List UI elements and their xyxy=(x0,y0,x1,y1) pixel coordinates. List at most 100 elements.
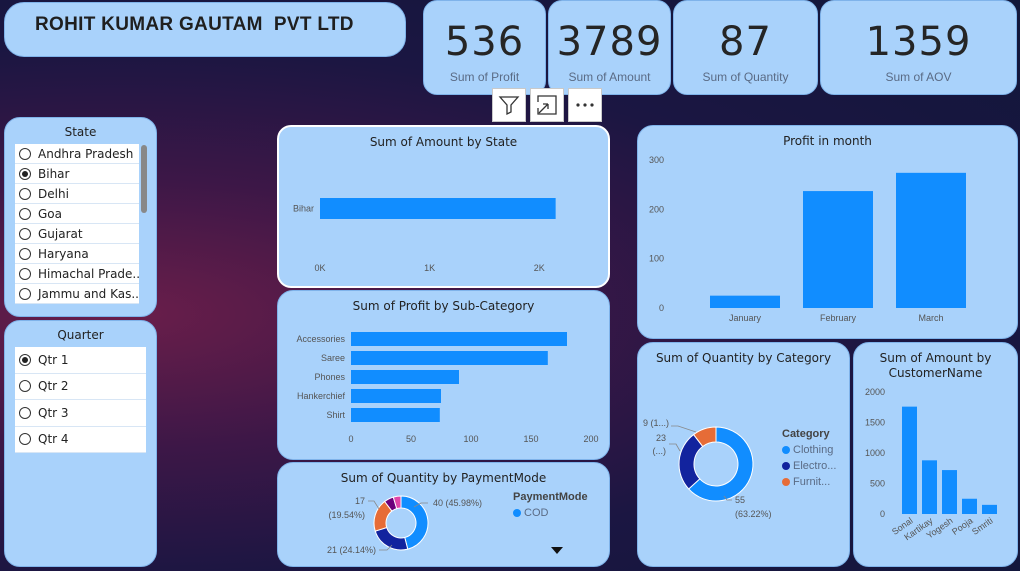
state-list: Andhra Pradesh Bihar Delhi Goa Gujarat Haryan… xyxy=(15,144,139,304)
slicer-option[interactable]: Bihar xyxy=(15,164,139,184)
radio-icon[interactable] xyxy=(19,247,31,260)
tick-label: 2K xyxy=(534,263,545,273)
amount-by-customer-card[interactable]: Sum of Amount by CustomerName 0 500 1000 15… xyxy=(853,342,1018,567)
kpi-card-amount[interactable]: 3789 Sum of Amount xyxy=(548,0,671,95)
radio-icon[interactable] xyxy=(19,353,31,366)
slicer-option-label: Qtr 3 xyxy=(38,405,69,420)
profit-in-month-chart: 0 100 200 300 January February March xyxy=(649,155,966,323)
quantity-by-paymentmode-card[interactable]: Sum of Quantity by PaymentMode 40 (45.98… xyxy=(277,462,610,567)
legend-marker xyxy=(513,509,521,517)
slicer-option[interactable]: Goa xyxy=(15,204,139,224)
legend-item[interactable]: Furnit... xyxy=(782,476,836,488)
bar xyxy=(351,408,440,422)
bar xyxy=(351,370,459,384)
profit-in-month-card[interactable]: Profit in month 0 100 200 300 January Februar… xyxy=(637,125,1018,339)
profit-by-subcategory-card[interactable]: Sum of Profit by Sub-Category Accessorie… xyxy=(277,290,610,460)
bar xyxy=(982,504,997,514)
tick-label: 200 xyxy=(649,204,664,214)
focus-mode-button[interactable] xyxy=(530,88,564,122)
legend-item[interactable]: Electro... xyxy=(782,460,836,472)
slicer-option-label: Andhra Pradesh xyxy=(38,146,134,161)
legend-marker xyxy=(782,446,790,454)
leader-line xyxy=(669,443,681,452)
legend-label: Electro... xyxy=(793,460,837,472)
bar-label: Bihar xyxy=(293,204,314,214)
kpi-card-aov[interactable]: 1359 Sum of AOV xyxy=(820,0,1017,95)
radio-icon[interactable] xyxy=(19,287,31,300)
slicer-option[interactable]: Qtr 3 xyxy=(15,400,146,427)
slicer-option[interactable]: Qtr 1 xyxy=(15,347,146,374)
slicer-option-label: Bihar xyxy=(38,166,70,181)
company-title-card: ROHIT KUMAR GAUTAM PVT LTD xyxy=(4,2,406,57)
legend-title: Category xyxy=(782,428,830,440)
tick-label: 0K xyxy=(314,263,325,273)
radio-icon[interactable] xyxy=(19,167,31,180)
slicer-option-label: Qtr 2 xyxy=(38,379,69,394)
kpi-card-quantity[interactable]: 87 Sum of Quantity xyxy=(673,0,818,95)
kpi-value: 3789 xyxy=(556,19,663,65)
slicer-option[interactable]: Delhi xyxy=(15,184,139,204)
radio-icon[interactable] xyxy=(19,380,31,393)
focus-mode-icon xyxy=(537,95,557,115)
bar-label: Saree xyxy=(321,353,345,363)
slicer-option[interactable]: Haryana xyxy=(15,244,139,264)
bar xyxy=(320,198,556,219)
data-label: 17 xyxy=(355,496,365,506)
slicer-option[interactable]: Qtr 4 xyxy=(15,427,146,453)
bar xyxy=(962,498,977,514)
tick-label: 200 xyxy=(583,434,598,444)
slicer-option-label: Qtr 4 xyxy=(38,432,69,447)
radio-icon[interactable] xyxy=(19,267,31,280)
bar-label: March xyxy=(918,313,943,323)
legend-item[interactable]: Clothing xyxy=(782,444,836,456)
slicer-option-label: Haryana xyxy=(38,246,89,261)
slicer-title: Quarter xyxy=(57,328,104,342)
radio-icon[interactable] xyxy=(19,207,31,220)
quantity-by-category-card[interactable]: Sum of Quantity by Category 55 (63.22%) 23… xyxy=(637,342,850,567)
bar xyxy=(710,295,780,308)
slicer-option[interactable]: Qtr 2 xyxy=(15,374,146,400)
kpi-value: 87 xyxy=(719,19,772,65)
tick-label: 1000 xyxy=(865,448,885,458)
tick-label: 500 xyxy=(870,479,885,489)
scrollbar-thumb[interactable] xyxy=(141,145,147,213)
paymentmode-legend: PaymentMode COD xyxy=(513,491,588,519)
radio-icon[interactable] xyxy=(19,147,31,160)
bar xyxy=(803,191,873,308)
slicer-option[interactable]: Jammu and Kas... xyxy=(15,284,139,304)
kpi-card-profit[interactable]: 536 Sum of Profit xyxy=(423,0,546,95)
bar-label: Pooja xyxy=(950,515,975,536)
kpi-value: 536 xyxy=(444,19,525,65)
bar-label: February xyxy=(820,313,857,323)
slicer-option-label: Goa xyxy=(38,206,62,221)
legend-marker xyxy=(782,478,790,486)
slicer-option[interactable]: Andhra Pradesh xyxy=(15,144,139,164)
data-label: 55 xyxy=(735,495,745,505)
bar-label: Shirt xyxy=(326,410,345,420)
data-label: (63.22%) xyxy=(735,509,772,519)
data-label: 40 (45.98%) xyxy=(433,498,482,508)
amount-by-state-card[interactable]: Sum of Amount by State Bihar 0K 1K 2K xyxy=(277,125,610,288)
bar xyxy=(351,389,441,403)
radio-icon[interactable] xyxy=(19,406,31,419)
filter-button[interactable] xyxy=(492,88,526,122)
bar xyxy=(942,470,957,514)
tick-label: 1K xyxy=(424,263,435,273)
legend-label: COD xyxy=(524,507,549,519)
profit-by-subcategory-chart: Accessories Saree Phones Hankerchief Shirt 0 5… xyxy=(296,332,599,444)
slicer-option-label: Delhi xyxy=(38,186,69,201)
radio-icon[interactable] xyxy=(19,227,31,240)
slicer-option-label: Himachal Prade... xyxy=(38,266,139,281)
tick-label: 150 xyxy=(523,434,538,444)
tick-label: 2000 xyxy=(865,387,885,397)
slicer-option[interactable]: Himachal Prade... xyxy=(15,264,139,284)
leader-line xyxy=(368,500,380,510)
bar-label: Smriti xyxy=(970,515,995,536)
radio-icon[interactable] xyxy=(19,433,31,446)
radio-icon[interactable] xyxy=(19,187,31,200)
more-options-button[interactable] xyxy=(568,88,602,122)
legend-item[interactable]: COD xyxy=(513,507,588,519)
bar xyxy=(922,460,937,514)
chevron-down-icon[interactable] xyxy=(551,547,563,555)
slicer-option[interactable]: Gujarat xyxy=(15,224,139,244)
